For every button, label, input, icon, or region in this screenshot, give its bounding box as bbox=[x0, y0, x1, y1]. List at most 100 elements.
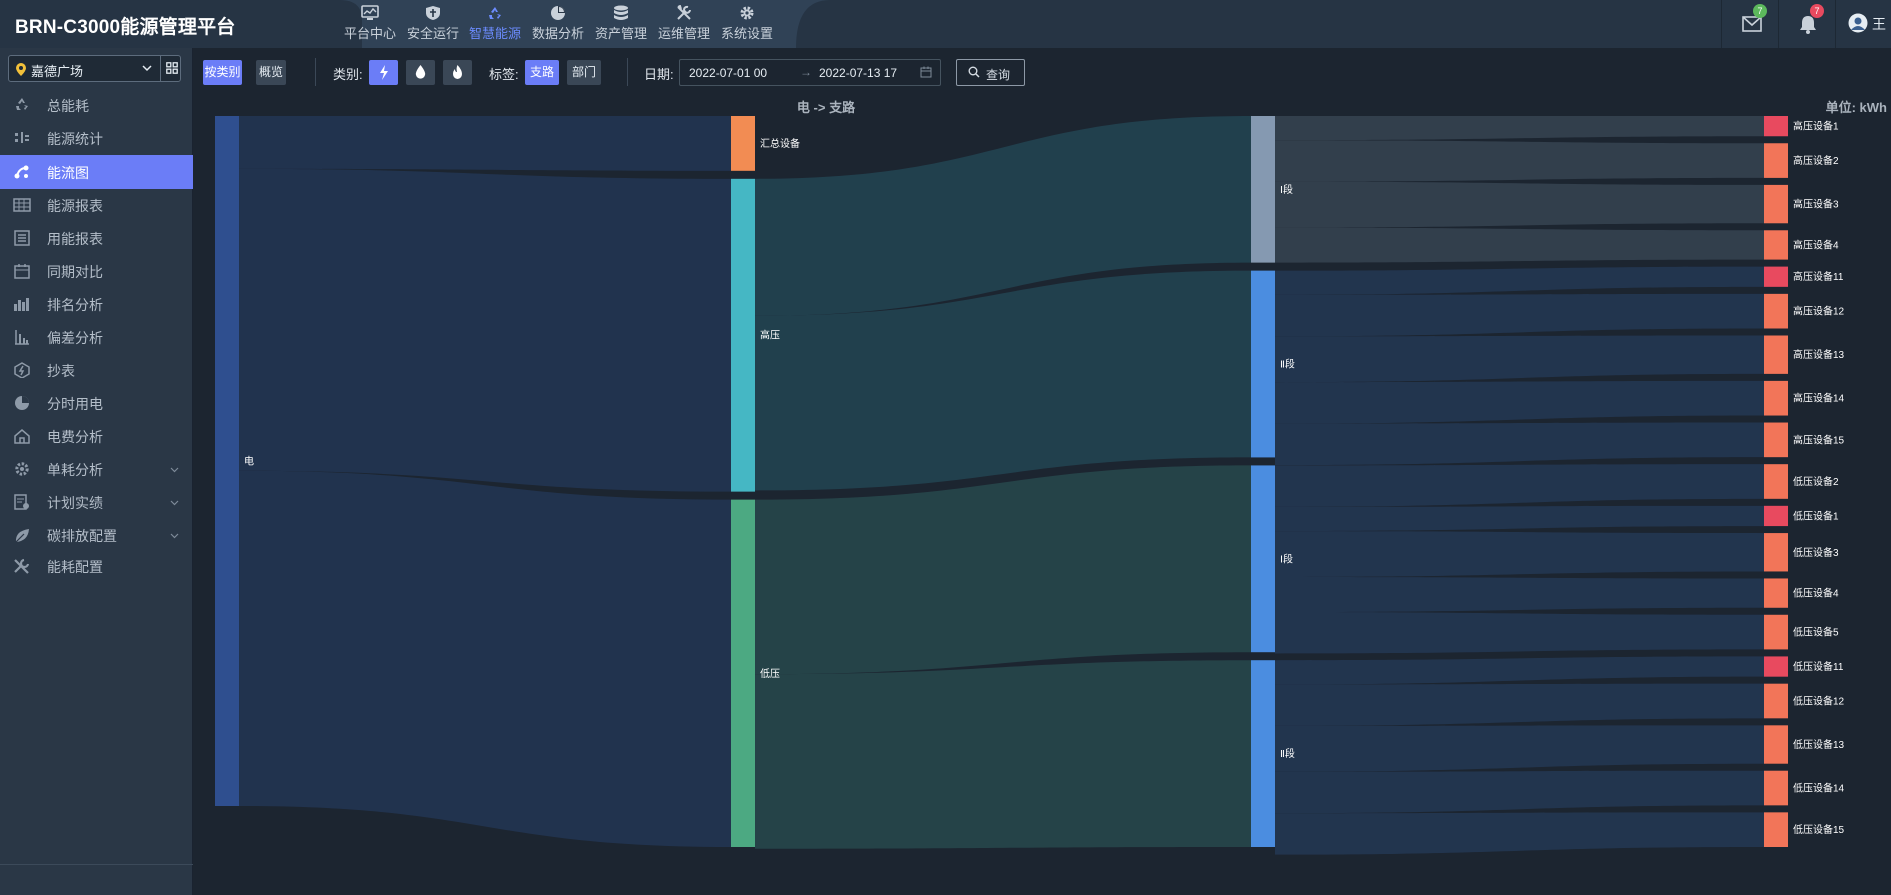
sankey-node[interactable] bbox=[1764, 335, 1788, 374]
sidebar-item-0[interactable]: 总能耗 bbox=[0, 88, 193, 122]
sankey-link[interactable] bbox=[1275, 612, 1764, 654]
site-grid-button[interactable] bbox=[160, 56, 182, 81]
sankey-link[interactable] bbox=[1275, 335, 1764, 383]
sankey-node[interactable] bbox=[1764, 380, 1788, 416]
sankey-link[interactable] bbox=[755, 465, 1251, 675]
statistics-icon bbox=[13, 130, 31, 146]
sidebar-item-5[interactable]: 同期对比 bbox=[0, 254, 193, 288]
sidebar-item-13[interactable]: 碳排放配置 bbox=[0, 518, 193, 552]
sankey-node[interactable] bbox=[1764, 683, 1788, 719]
sankey-node[interactable] bbox=[1764, 614, 1788, 650]
topnav-system-settings[interactable]: 系统设置 bbox=[717, 3, 777, 45]
sankey-node-label: 低压 bbox=[760, 667, 780, 680]
date-range-picker[interactable]: 2022-07-01 00 → 2022-07-13 17 bbox=[679, 59, 941, 86]
category-electricity-button[interactable] bbox=[369, 60, 398, 85]
view-by-category-button[interactable]: 按类别 bbox=[203, 60, 242, 85]
sankey-link[interactable] bbox=[1275, 181, 1764, 228]
sidebar-item-6[interactable]: 排名分析 bbox=[0, 287, 193, 321]
sankey-link[interactable] bbox=[1275, 422, 1764, 466]
sankey-link[interactable] bbox=[1275, 812, 1764, 855]
topnav-smart-energy[interactable]: 智慧能源 bbox=[465, 3, 525, 45]
sankey-link[interactable] bbox=[239, 168, 731, 492]
notification-button[interactable]: 7 bbox=[1778, 0, 1834, 48]
sidebar-item-label: 用能报表 bbox=[47, 231, 103, 247]
sankey-link[interactable] bbox=[1275, 683, 1764, 726]
chart-title: 电 -> 支路 bbox=[796, 100, 856, 115]
sankey-node[interactable] bbox=[731, 499, 755, 847]
date-end[interactable]: 2022-07-13 17 bbox=[819, 66, 897, 80]
database-icon bbox=[614, 5, 628, 20]
sankey-node[interactable] bbox=[1251, 660, 1275, 847]
sankey-node[interactable] bbox=[1764, 293, 1788, 329]
sidebar-item-label: 抄表 bbox=[47, 363, 75, 379]
topnav-data-analysis[interactable]: 数据分析 bbox=[528, 3, 588, 45]
sankey-node[interactable] bbox=[1764, 230, 1788, 260]
sankey-node[interactable] bbox=[1764, 533, 1788, 572]
sidebar-item-3[interactable]: 能源报表 bbox=[0, 188, 193, 222]
sankey-link[interactable] bbox=[1275, 531, 1764, 577]
sankey-node[interactable] bbox=[1764, 578, 1788, 608]
sankey-link[interactable] bbox=[1275, 725, 1764, 772]
overview-button[interactable]: 概览 bbox=[256, 60, 286, 85]
sankey-node[interactable] bbox=[1764, 725, 1788, 764]
sankey-node-label: 电 bbox=[244, 455, 254, 468]
sankey-link[interactable] bbox=[1275, 770, 1764, 814]
sankey-node[interactable] bbox=[1251, 270, 1275, 458]
sankey-link[interactable] bbox=[1275, 116, 1764, 141]
sankey-link[interactable] bbox=[1275, 380, 1764, 424]
sidebar-item-4[interactable]: 用能报表 bbox=[0, 221, 193, 255]
tag-department-button[interactable]: 部门 bbox=[567, 60, 601, 85]
sidebar-item-label: 分时用电 bbox=[47, 396, 103, 412]
sankey-link[interactable] bbox=[239, 470, 731, 847]
sidebar-item-2[interactable]: 能流图 bbox=[0, 155, 193, 189]
sankey-node[interactable] bbox=[1764, 116, 1788, 137]
sankey-link[interactable] bbox=[1275, 656, 1764, 685]
tag-branch-button[interactable]: 支路 bbox=[525, 60, 559, 85]
sankey-link[interactable] bbox=[755, 660, 1251, 849]
sankey-node[interactable] bbox=[1764, 656, 1788, 677]
sankey-node[interactable] bbox=[1764, 464, 1788, 499]
sidebar-item-1[interactable]: 能源统计 bbox=[0, 121, 193, 155]
sankey-link[interactable] bbox=[1275, 576, 1764, 613]
sankey-link[interactable] bbox=[1275, 266, 1764, 295]
sankey-link[interactable] bbox=[1275, 293, 1764, 337]
sidebar-item-11[interactable]: 单耗分析 bbox=[0, 452, 193, 486]
sankey-node[interactable] bbox=[215, 116, 239, 806]
calendar-icon bbox=[920, 66, 932, 78]
topnav-platform-center[interactable]: 平台中心 bbox=[340, 3, 400, 45]
date-start[interactable]: 2022-07-01 00 bbox=[689, 66, 767, 80]
site-select[interactable]: 嘉德广场 bbox=[8, 55, 181, 82]
sidebar-item-8[interactable]: 抄表 bbox=[0, 353, 193, 387]
mail-icon bbox=[1742, 16, 1762, 32]
sankey-link[interactable] bbox=[1275, 227, 1764, 263]
topnav-operations[interactable]: 运维管理 bbox=[654, 3, 714, 45]
sankey-link[interactable] bbox=[1275, 140, 1764, 182]
sankey-node[interactable] bbox=[731, 178, 755, 492]
sankey-node[interactable] bbox=[1764, 184, 1788, 224]
topnav-safety[interactable]: 安全运行 bbox=[403, 3, 463, 45]
sidebar-item-7[interactable]: 偏差分析 bbox=[0, 320, 193, 354]
sankey-link[interactable] bbox=[1275, 505, 1764, 532]
sidebar-item-10[interactable]: 电费分析 bbox=[0, 419, 193, 453]
sankey-node[interactable] bbox=[1764, 143, 1788, 178]
date-label: 日期: bbox=[644, 67, 674, 82]
sidebar-item-9[interactable]: 分时用电 bbox=[0, 386, 193, 420]
sankey-node[interactable] bbox=[1764, 812, 1788, 847]
sankey-node[interactable] bbox=[1251, 116, 1275, 263]
sankey-node[interactable] bbox=[1764, 422, 1788, 458]
sankey-node[interactable] bbox=[1251, 465, 1275, 653]
sidebar-item-14[interactable]: 能耗配置 bbox=[0, 549, 193, 583]
sankey-link[interactable] bbox=[1275, 464, 1764, 507]
sankey-node[interactable] bbox=[1764, 505, 1788, 527]
topnav-asset-management[interactable]: 资产管理 bbox=[591, 3, 651, 45]
sidebar-item-12[interactable]: 计划实绩 bbox=[0, 485, 193, 519]
sankey-link[interactable] bbox=[239, 116, 731, 171]
mail-button[interactable]: 7 bbox=[1721, 0, 1777, 48]
query-button[interactable]: 查询 bbox=[956, 59, 1025, 86]
category-water-button[interactable] bbox=[406, 60, 435, 85]
sankey-node[interactable] bbox=[1764, 770, 1788, 806]
sankey-node[interactable] bbox=[731, 116, 755, 171]
category-gas-button[interactable] bbox=[443, 60, 472, 85]
user-menu[interactable]: 王 bbox=[1835, 0, 1891, 48]
sankey-node[interactable] bbox=[1764, 266, 1788, 287]
